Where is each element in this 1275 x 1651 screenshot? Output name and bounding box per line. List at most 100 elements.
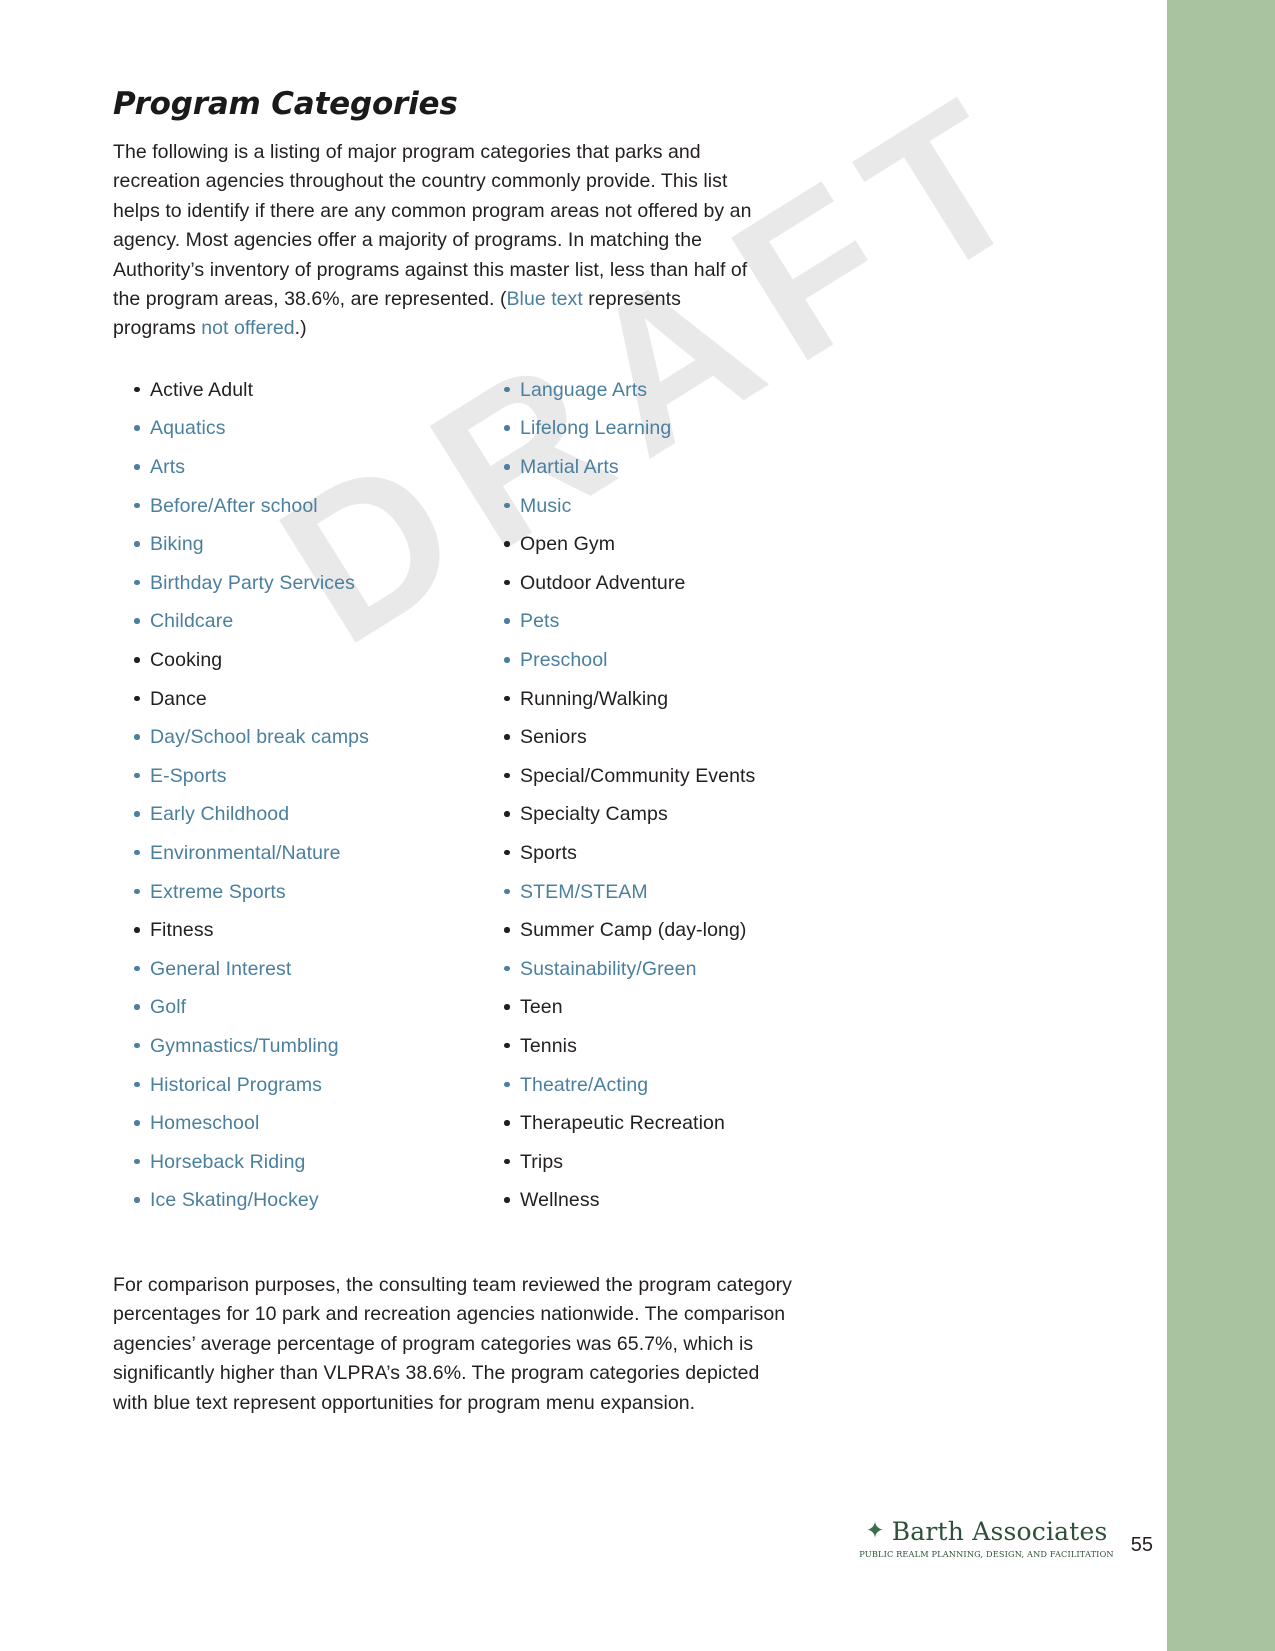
program-category-label: Trips xyxy=(520,1150,564,1173)
program-category-label: Seniors xyxy=(520,726,587,749)
program-category-item: Open Gym xyxy=(483,534,853,573)
program-category-label: Before/After school xyxy=(150,494,318,517)
bullet-icon xyxy=(134,464,140,470)
program-category-item: Therapeutic Recreation xyxy=(483,1113,853,1152)
program-category-item: E-Sports xyxy=(113,764,483,805)
program-category-label: Arts xyxy=(150,456,186,479)
program-category-label: E-Sports xyxy=(150,764,227,787)
program-category-label: Pets xyxy=(520,610,560,633)
bullet-icon xyxy=(504,927,510,933)
program-category-item: Active Adult xyxy=(113,378,483,419)
program-category-label: Lifelong Learning xyxy=(520,417,672,440)
program-category-item: Tennis xyxy=(483,1034,853,1075)
bullet-icon xyxy=(134,849,140,856)
program-category-item: Before/After school xyxy=(113,494,483,535)
bullet-icon xyxy=(504,1042,510,1049)
bullet-icon xyxy=(134,772,140,779)
bullet-icon xyxy=(134,579,140,586)
program-category-label: Ice Skating/Hockey xyxy=(150,1189,319,1212)
bullet-icon xyxy=(134,1158,140,1165)
bullet-icon xyxy=(134,927,140,933)
program-category-label: Childcare xyxy=(150,610,234,633)
program-category-item: Running/Walking xyxy=(483,687,853,728)
page-footer: ✦ Barth Associates PUBLIC REALM PLANNING… xyxy=(859,1517,1153,1559)
bullet-icon xyxy=(134,1004,140,1010)
program-category-label: Teen xyxy=(520,996,563,1019)
program-category-item: Birthday Party Services xyxy=(113,571,483,612)
program-category-label: Fitness xyxy=(150,919,214,942)
bullet-icon xyxy=(134,618,140,624)
logo-tagline: PUBLIC REALM PLANNING, DESIGN, AND FACIL… xyxy=(859,1549,1114,1559)
program-category-label: Active Adult xyxy=(150,378,254,401)
program-category-item: Gymnastics/Tumbling xyxy=(113,1034,483,1075)
program-category-item: Preschool xyxy=(483,650,853,689)
logo-name: Barth Associates xyxy=(891,1517,1108,1546)
bullet-icon xyxy=(504,618,510,624)
program-category-item: Dance xyxy=(113,688,483,728)
program-category-label: Birthday Party Services xyxy=(150,571,355,594)
bullet-icon xyxy=(134,1042,140,1049)
bullet-icon xyxy=(504,888,510,895)
bullet-icon xyxy=(134,386,140,393)
program-category-label: Sustainability/Green xyxy=(520,957,697,980)
bullet-icon xyxy=(504,386,510,393)
program-category-item: Wellness xyxy=(483,1190,853,1229)
barth-associates-logo: ✦ Barth Associates PUBLIC REALM PLANNING… xyxy=(859,1517,1114,1559)
document-page: DRAFT Program Categories The following i… xyxy=(0,0,1275,1651)
program-category-item: Summer Camp (day-long) xyxy=(483,920,853,959)
page-title: Program Categories xyxy=(113,86,458,122)
program-category-label: Homeschool xyxy=(150,1112,260,1135)
diamond-icon: ✦ xyxy=(865,1517,885,1543)
bullet-icon xyxy=(134,1081,140,1088)
bullet-icon xyxy=(504,772,510,779)
program-category-label: Horseback Riding xyxy=(150,1150,306,1173)
bullet-icon xyxy=(134,965,140,972)
program-category-item: General Interest xyxy=(113,958,483,998)
program-category-item: Special/Community Events xyxy=(483,765,853,805)
program-category-label: Aquatics xyxy=(150,417,226,440)
program-category-item: Cooking xyxy=(113,650,483,689)
program-category-label: Early Childhood xyxy=(150,803,290,826)
bullet-icon xyxy=(504,657,510,663)
program-category-item: Lifelong Learning xyxy=(483,418,853,457)
bullet-icon xyxy=(504,425,510,431)
program-category-label: Music xyxy=(520,494,572,517)
program-category-label: Historical Programs xyxy=(150,1073,323,1096)
program-category-item: Golf xyxy=(113,997,483,1036)
bullet-icon xyxy=(134,541,140,547)
program-category-item: Arts xyxy=(113,457,483,496)
program-category-item: Homeschool xyxy=(113,1113,483,1152)
program-category-label: Theatre/Acting xyxy=(520,1073,649,1096)
program-category-label: Running/Walking xyxy=(520,687,669,710)
intro-blue-text-label: Blue text xyxy=(506,288,583,311)
bullet-icon xyxy=(134,695,140,702)
program-category-label: Extreme Sports xyxy=(150,880,286,903)
program-category-label: Specialty Camps xyxy=(520,803,668,826)
program-category-label: Therapeutic Recreation xyxy=(520,1112,725,1135)
program-category-label: Summer Camp (day-long) xyxy=(520,919,747,942)
program-category-column-1: Active Adult Aquatics Arts Before/After sch… xyxy=(113,378,483,1229)
bullet-icon xyxy=(504,734,510,740)
program-category-item: Music xyxy=(483,494,853,535)
program-category-item: Sustainability/Green xyxy=(483,957,853,998)
program-category-item: Theatre/Acting xyxy=(483,1073,853,1114)
bullet-icon xyxy=(504,1081,510,1088)
intro-text-part-1: The following is a listing of major prog… xyxy=(113,141,752,311)
program-category-item: Sports xyxy=(483,841,853,882)
program-category-label: Sports xyxy=(520,841,577,864)
program-category-label: Environmental/Nature xyxy=(150,841,341,864)
program-category-item: Environmental/Nature xyxy=(113,841,483,882)
program-category-item: Martial Arts xyxy=(483,457,853,496)
bullet-icon xyxy=(134,734,140,740)
bullet-icon xyxy=(134,888,140,895)
program-category-label: Gymnastics/Tumbling xyxy=(150,1034,339,1057)
bullet-icon xyxy=(134,502,140,509)
program-category-column-2: Language Arts Lifelong Learning Martial Ar… xyxy=(483,379,853,1229)
bullet-icon xyxy=(134,657,140,663)
band-inner-edge xyxy=(1161,0,1167,1651)
program-category-label: Tennis xyxy=(520,1034,577,1057)
program-categories-columns: Active Adult Aquatics Arts Before/After sch… xyxy=(113,378,873,1229)
bullet-icon xyxy=(504,965,510,972)
bullet-icon xyxy=(504,464,510,470)
bullet-icon xyxy=(134,1120,140,1126)
